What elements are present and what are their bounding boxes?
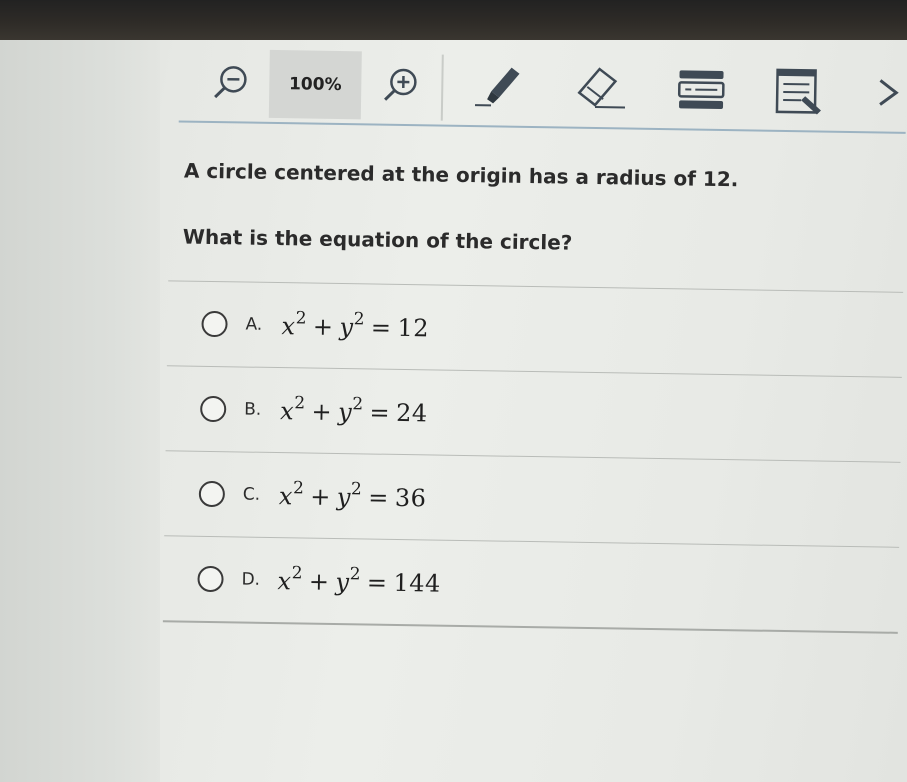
eraser-icon	[577, 67, 626, 109]
radio-button[interactable]	[198, 480, 226, 508]
notepad-icon	[775, 68, 821, 115]
radio-button[interactable]	[201, 310, 228, 338]
eraser-button[interactable]	[567, 63, 632, 114]
monitor-bezel	[0, 0, 907, 40]
notepad-button[interactable]	[769, 66, 830, 117]
option-a[interactable]: A. x2 + y2 = 12	[166, 281, 904, 378]
option-d[interactable]: D. x2 + y2 = 144	[162, 536, 900, 634]
option-b[interactable]: B. x2 + y2 = 24	[165, 366, 902, 463]
zoom-out-button[interactable]	[205, 57, 256, 108]
zoom-out-icon	[214, 66, 247, 99]
line-reader-icon	[677, 70, 725, 109]
answer-options: A. x2 + y2 = 12 B. x2 + y2 = 24 C. x2 + y2 = 36 D. x…	[162, 280, 904, 634]
zoom-label: 100%	[288, 74, 342, 96]
line-reader-button[interactable]	[671, 64, 732, 115]
left-panel	[0, 40, 160, 782]
option-equation: x2 + y2 = 144	[277, 563, 442, 598]
question: A circle centered at the origin has a ra…	[183, 159, 884, 260]
option-letter: A.	[245, 314, 263, 335]
screen: 100% A circle centered at the origin has…	[0, 0, 907, 782]
option-letter: B.	[244, 399, 262, 420]
radio-button[interactable]	[200, 395, 227, 423]
question-stem: A circle centered at the origin has a ra…	[183, 158, 739, 192]
highlighter-icon	[475, 67, 520, 107]
question-prompt: What is the equation of the circle?	[182, 224, 573, 255]
zoom-in-icon	[384, 68, 417, 101]
highlighter-button[interactable]	[469, 61, 534, 112]
option-letter: D.	[241, 569, 261, 590]
toolbar-divider	[440, 54, 444, 121]
chevron-right-icon	[879, 79, 899, 106]
option-equation: x2 + y2 = 24	[279, 393, 428, 428]
radio-button[interactable]	[197, 565, 224, 593]
next-button[interactable]	[869, 67, 906, 118]
option-letter: C.	[242, 484, 261, 505]
question-panel: 100% A circle centered at the origin has…	[138, 40, 907, 782]
zoom-in-button[interactable]	[375, 60, 426, 111]
zoom-level: 100%	[268, 49, 362, 120]
option-equation: x2 + y2 = 36	[278, 478, 427, 513]
option-c[interactable]: C. x2 + y2 = 36	[164, 451, 901, 548]
toolbar: 100%	[178, 46, 907, 134]
option-equation: x2 + y2 = 12	[281, 308, 430, 343]
